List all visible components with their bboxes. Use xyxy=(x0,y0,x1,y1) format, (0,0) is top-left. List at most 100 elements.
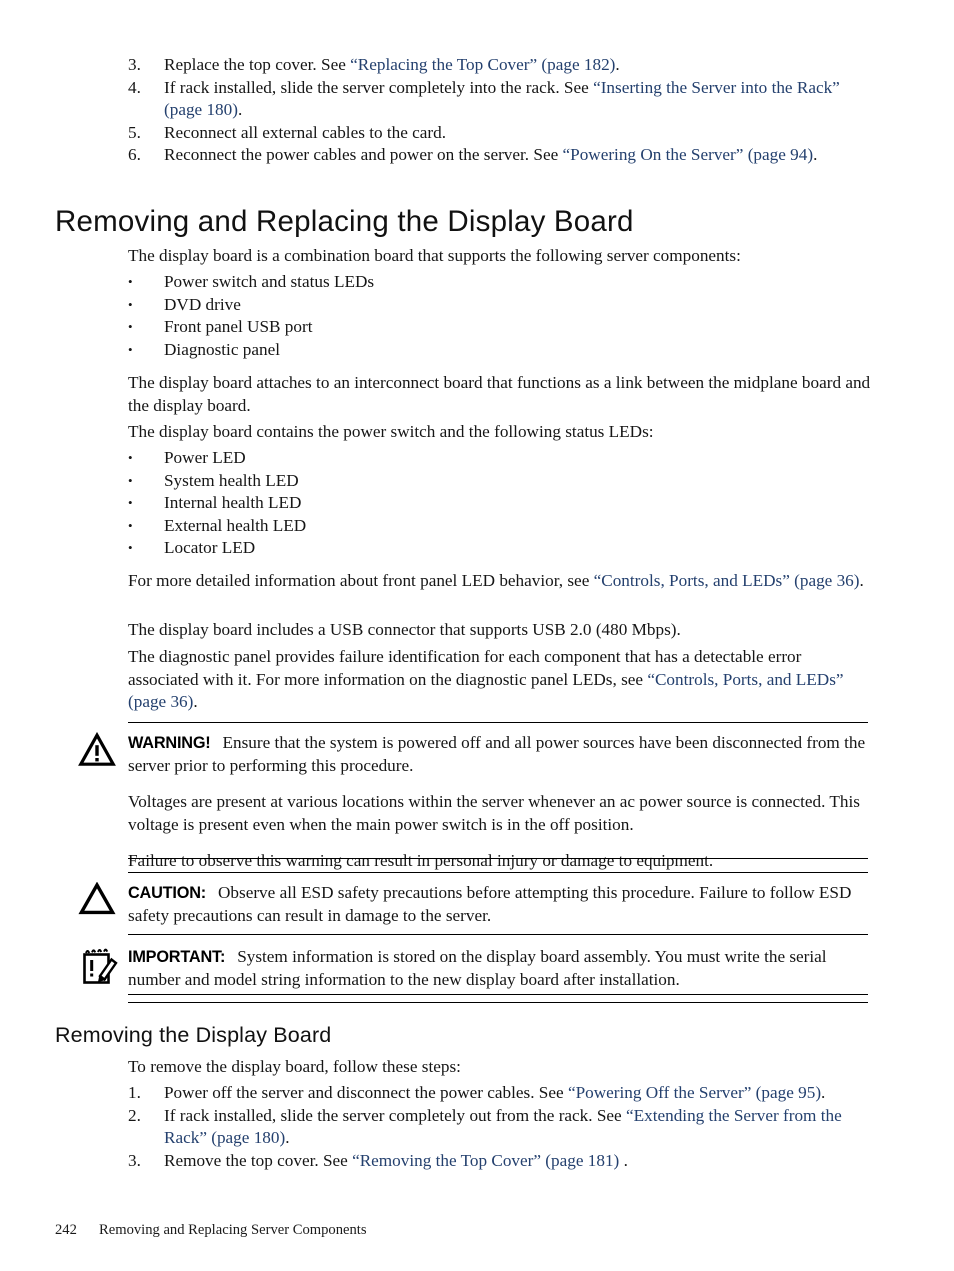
text-run: Power LED xyxy=(164,448,246,467)
caution-body: CAUTION: Observe all ESD safety precautio… xyxy=(128,882,868,927)
text-run: . xyxy=(619,1150,628,1170)
list-item: 2. If rack installed, slide the server co… xyxy=(128,1105,873,1150)
top-steps-list: 3. Replace the top cover. See “Replacing … xyxy=(128,54,873,167)
list-item: 3. Remove the top cover. See “Removing th… xyxy=(128,1150,873,1173)
display-board-intro-paragraph: The display board is a combination board… xyxy=(128,246,741,265)
bullet-marker: • xyxy=(128,472,133,488)
list-item-text: Power LED xyxy=(164,448,246,467)
bullet-marker: • xyxy=(128,296,133,312)
list-item: 5. Reconnect all external cables to the c… xyxy=(128,122,873,145)
list-item: 3. Replace the top cover. See “Replacing … xyxy=(128,54,873,77)
cross-reference-link[interactable]: “Removing the Top Cover” (page 181) xyxy=(352,1151,619,1170)
list-item-text: If rack installed, slide the server comp… xyxy=(164,78,840,120)
list-item-text: Diagnostic panel xyxy=(164,340,280,359)
footer-chapter-title: Removing and Replacing Server Components xyxy=(99,1222,367,1238)
important-rule-bottom-1 xyxy=(128,994,868,995)
list-item-text: Locator LED xyxy=(164,538,255,557)
list-item: • Diagnostic panel xyxy=(128,339,873,362)
list-item: • System health LED xyxy=(128,470,873,493)
list-item: • External health LED xyxy=(128,515,873,538)
led-behavior-paragraph: For more detailed information about fron… xyxy=(128,570,873,593)
text-run: Power off the server and disconnect the … xyxy=(164,1083,568,1102)
bullet-marker: • xyxy=(128,341,133,357)
list-item-text: DVD drive xyxy=(164,295,241,314)
text-run: . xyxy=(193,692,198,712)
text-run: External health LED xyxy=(164,515,307,535)
list-item-text: System health LED xyxy=(164,471,299,490)
list-item-text: Replace the top cover. See “Replacing th… xyxy=(164,55,620,74)
subsection-title-removing-display-board: Removing the Display Board xyxy=(55,1023,332,1047)
important-label: IMPORTANT: xyxy=(128,948,226,966)
list-item-text: Power switch and status LEDs xyxy=(164,272,374,291)
status-leds-intro-paragraph: The display board contains the power swi… xyxy=(128,422,654,441)
list-item: • Locator LED xyxy=(128,537,873,560)
step-number-marker: 5. xyxy=(128,122,141,142)
text-run: . xyxy=(615,55,620,74)
diagnostic-panel-paragraph: The diagnostic panel provides failure id… xyxy=(128,646,873,714)
warning-first-paragraph: WARNING! Ensure that the system is powere… xyxy=(128,732,868,777)
important-notepad-pencil-icon xyxy=(78,946,120,988)
text-run: Reconnect all external cables to the car… xyxy=(164,122,447,142)
list-item-text: Front panel USB port xyxy=(164,317,312,336)
bullet-marker: • xyxy=(128,540,133,556)
warning-rule-bottom xyxy=(128,858,868,859)
text-run: Diagnostic panel xyxy=(164,339,280,359)
text-run: DVD drive xyxy=(164,294,241,314)
step-number-marker: 1. xyxy=(128,1083,141,1102)
supported-components-list: • Power switch and status LEDs • DVD drive •… xyxy=(128,271,873,361)
text-run: . xyxy=(813,145,818,165)
text-run: Internal health LED xyxy=(164,493,302,513)
list-item-text: Remove the top cover. See “Removing the … xyxy=(164,1151,628,1170)
text-run: . xyxy=(285,1128,290,1148)
list-item-text: Reconnect all external cables to the car… xyxy=(164,123,446,142)
warning-paragraph-1: Ensure that the system is powered off an… xyxy=(128,733,866,775)
page-footer: 242 Removing and Replacing Server Compone… xyxy=(55,1221,367,1239)
important-body: IMPORTANT: System information is stored o… xyxy=(128,946,868,991)
cross-reference-link[interactable]: “Powering On the Server” (page 94) xyxy=(563,145,814,164)
bullet-marker: • xyxy=(128,274,133,289)
bullet-marker: • xyxy=(128,319,133,335)
text-run: If rack installed, slide the server comp… xyxy=(164,1105,626,1125)
status-leds-list: • Power LED • System health LED • Internal he… xyxy=(128,447,873,560)
interconnect-board-paragraph: The display board attaches to an interco… xyxy=(128,373,871,415)
warning-paragraph-2: Voltages are present at various location… xyxy=(128,792,860,834)
caution-first-paragraph: CAUTION: Observe all ESD safety precautio… xyxy=(128,882,868,927)
list-item: • DVD drive xyxy=(128,294,873,317)
text-run: Reconnect the power cables and power on … xyxy=(164,145,563,165)
cross-reference-link[interactable]: “Controls, Ports, and LEDs” (page 36) xyxy=(594,571,860,590)
warning-triangle-exclamation-icon xyxy=(78,732,116,768)
step-number-marker: 3. xyxy=(128,1150,141,1170)
important-first-paragraph: IMPORTANT: System information is stored o… xyxy=(128,946,868,991)
warning-body: WARNING! Ensure that the system is powere… xyxy=(128,732,868,873)
usb-connector-paragraph: The display board includes a USB connect… xyxy=(128,620,681,639)
bullet-marker: • xyxy=(128,517,133,533)
removal-steps-list: 1. Power off the server and disconnect th… xyxy=(128,1082,873,1172)
warning-paragraph-3: Failure to observe this warning can resu… xyxy=(128,851,714,871)
text-run: System health LED xyxy=(164,470,299,490)
list-item-text: External health LED xyxy=(164,516,306,535)
warning-label: WARNING! xyxy=(128,734,211,752)
list-item-text: If rack installed, slide the server comp… xyxy=(164,1106,842,1148)
caution-paragraph-1: Observe all ESD safety precautions befor… xyxy=(128,883,852,925)
text-run: . xyxy=(821,1083,826,1102)
page-title-removing-replacing-display-board: Removing and Replacing the Display Board xyxy=(55,205,634,238)
cross-reference-link[interactable]: “Powering Off the Server” (page 95) xyxy=(568,1083,821,1102)
text-run: Front panel USB port xyxy=(164,317,313,337)
important-rule-bottom-2 xyxy=(128,1002,868,1003)
step-number-marker: 4. xyxy=(128,77,141,97)
caution-rule-top xyxy=(128,872,868,873)
text-run: Replace the top cover. See xyxy=(164,55,351,74)
list-item: 4. If rack installed, slide the server co… xyxy=(128,77,873,122)
cross-reference-link[interactable]: “Replacing the Top Cover” (page 182) xyxy=(350,55,615,74)
text-run: . xyxy=(237,100,243,120)
list-item: • Internal health LED xyxy=(128,492,873,515)
bullet-marker: • xyxy=(128,450,133,465)
caution-triangle-icon xyxy=(78,882,116,916)
list-item: 1. Power off the server and disconnect th… xyxy=(128,1082,873,1105)
text-run: . xyxy=(859,571,864,590)
list-item: 6. Reconnect the power cables and power o… xyxy=(128,144,873,167)
important-paragraph-1: System information is stored on the disp… xyxy=(128,947,827,989)
text-run: If rack installed, slide the server comp… xyxy=(164,77,594,97)
text-run: Remove the top cover. See xyxy=(164,1150,353,1170)
caution-label: CAUTION: xyxy=(128,884,206,902)
